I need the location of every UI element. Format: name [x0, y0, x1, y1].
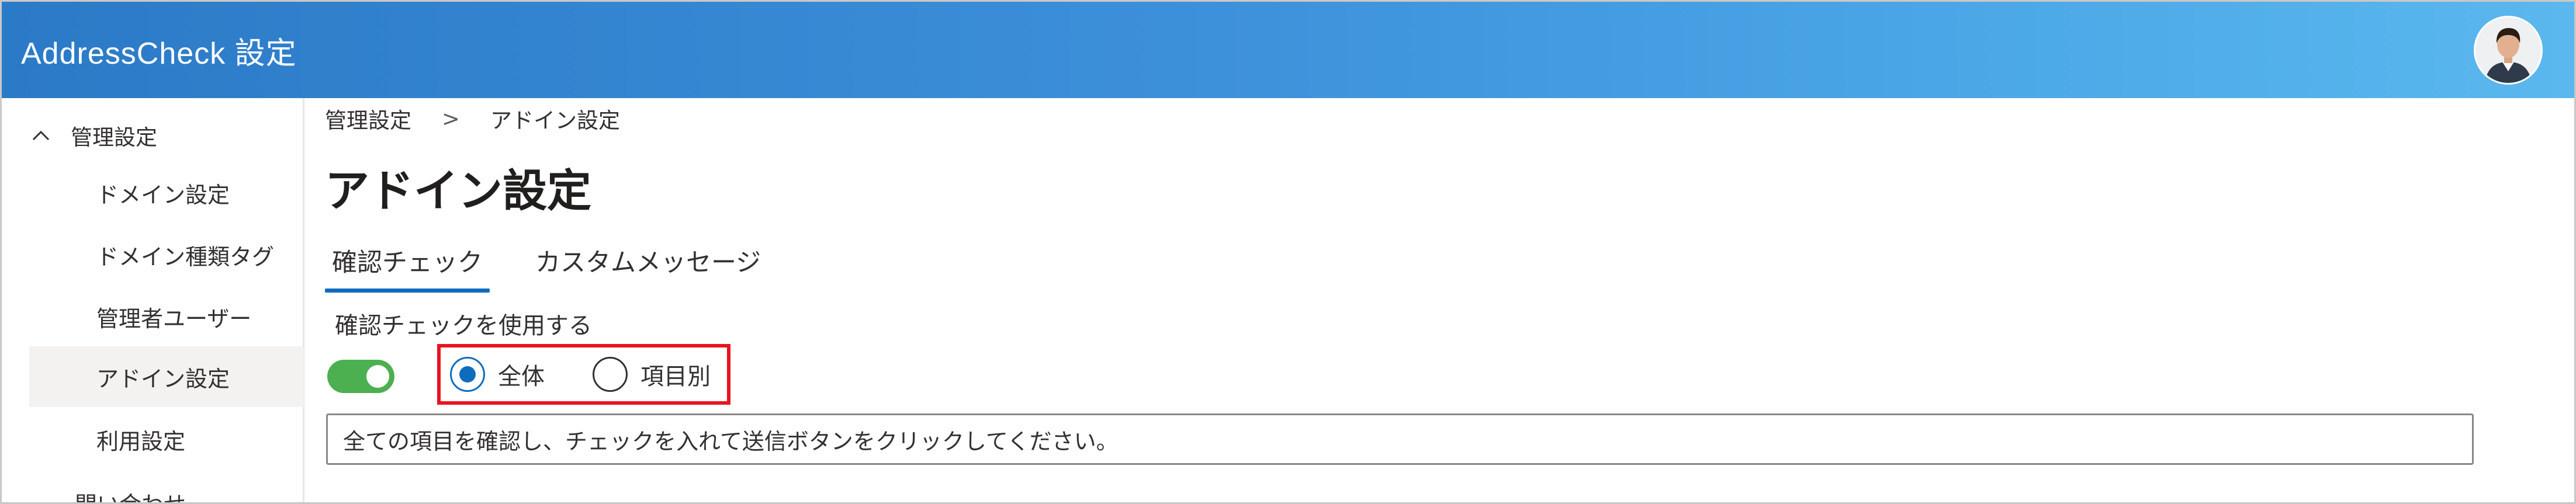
- breadcrumb-current: アドイン設定: [490, 108, 621, 133]
- app-header: AddressCheck 設定: [2, 2, 2574, 98]
- check-message-input[interactable]: [326, 413, 2474, 465]
- sidebar-item-label: 利用設定: [96, 428, 186, 454]
- radio-checked-icon: [450, 357, 485, 392]
- tab-label: 確認チェック: [332, 248, 483, 277]
- radio-all[interactable]: 全体: [450, 347, 545, 401]
- sidebar-item-admin-users[interactable]: 管理者ユーザー: [29, 286, 304, 347]
- scope-radio-group: 全体 項目別: [437, 344, 730, 405]
- sidebar-group-admin-settings[interactable]: 管理設定: [31, 112, 300, 159]
- sidebar-item-label: ドメイン設定: [96, 182, 230, 208]
- toggle-knob: [366, 365, 389, 388]
- radio-label: 項目別: [640, 363, 711, 390]
- sidebar-item-label: ドメイン種類タグ: [96, 244, 275, 270]
- tab-custom-message[interactable]: カスタムメッセージ: [528, 228, 768, 293]
- app-title: AddressCheck 設定: [21, 37, 297, 71]
- tab-bar: 確認チェック カスタムメッセージ: [325, 228, 768, 293]
- page-title: アドイン設定: [325, 165, 591, 217]
- radio-unchecked-icon: [593, 357, 628, 392]
- sidebar-item-label: アドイン設定: [96, 366, 230, 392]
- breadcrumb-separator: >: [442, 106, 461, 131]
- breadcrumb: 管理設定 > アドイン設定: [325, 101, 620, 136]
- user-avatar-icon: [2475, 18, 2541, 83]
- use-check-toggle[interactable]: [327, 360, 394, 393]
- sidebar-item-usage-settings[interactable]: 利用設定: [29, 409, 304, 470]
- app-window: AddressCheck 設定 管理設定 ドメイン設定 ドメイン種類タグ 管理者…: [0, 0, 2576, 504]
- sidebar-item-addin-settings[interactable]: アドイン設定: [29, 346, 304, 407]
- sidebar: 管理設定 ドメイン設定 ドメイン種類タグ 管理者ユーザー アドイン設定 利用設定: [2, 98, 304, 502]
- radio-label: 全体: [498, 363, 545, 390]
- tab-label: カスタムメッセージ: [535, 248, 761, 277]
- sidebar-group-inquiries[interactable]: 問い合わせ: [75, 486, 186, 502]
- use-check-label: 確認チェックを使用する: [335, 312, 592, 339]
- chevron-up-icon: [31, 126, 51, 145]
- sidebar-item-domain-settings[interactable]: ドメイン設定: [29, 162, 304, 223]
- tab-confirm-check[interactable]: 確認チェック: [325, 228, 490, 293]
- breadcrumb-root[interactable]: 管理設定: [325, 103, 411, 134]
- user-avatar[interactable]: [2474, 16, 2543, 85]
- sidebar-item-label: 管理者ユーザー: [96, 305, 252, 332]
- sidebar-item-domain-type-tags[interactable]: ドメイン種類タグ: [29, 224, 304, 285]
- radio-per-item[interactable]: 項目別: [593, 347, 711, 401]
- sidebar-group-label: 管理設定: [71, 125, 157, 150]
